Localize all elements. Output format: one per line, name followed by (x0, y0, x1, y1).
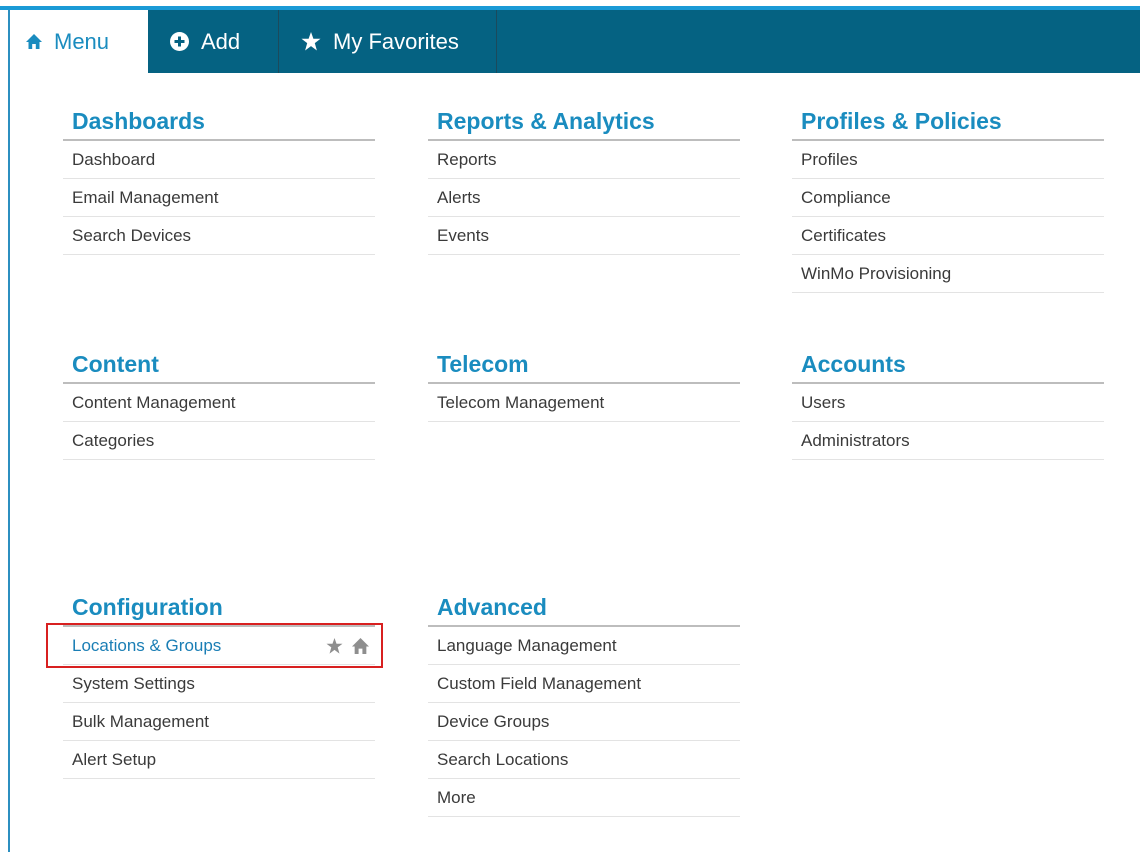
menu-item-more[interactable]: More (428, 779, 740, 817)
plus-circle-icon (170, 32, 189, 51)
menu-item-bulk-management[interactable]: Bulk Management (63, 703, 375, 741)
home-icon[interactable] (352, 637, 369, 654)
menu-item-telecom-management[interactable]: Telecom Management (428, 384, 740, 422)
tab-favorites-label: My Favorites (333, 28, 459, 54)
section-title: Telecom (428, 344, 740, 384)
section-content: Content Content Management Categories (63, 344, 375, 460)
menu-item-label: Locations & Groups (72, 636, 222, 655)
menu-item-custom-field-management[interactable]: Custom Field Management (428, 665, 740, 703)
section-title: Content (63, 344, 375, 384)
item-action-icons (326, 627, 369, 664)
menu-item-content-management[interactable]: Content Management (63, 384, 375, 422)
section-title: Dashboards (63, 101, 375, 141)
section-dashboards: Dashboards Dashboard Email Management Se… (63, 101, 375, 255)
star-icon (301, 32, 321, 51)
section-accounts: Accounts Users Administrators (792, 344, 1104, 460)
tab-add[interactable]: Add (148, 10, 279, 73)
section-reports-analytics: Reports & Analytics Reports Alerts Event… (428, 101, 740, 255)
menu-item-dashboard[interactable]: Dashboard (63, 141, 375, 179)
menu-item-language-management[interactable]: Language Management (428, 627, 740, 665)
tab-menu[interactable]: Menu (10, 10, 148, 73)
section-title: Advanced (428, 587, 740, 627)
section-profiles-policies: Profiles & Policies Profiles Compliance … (792, 101, 1104, 293)
menu-item-search-locations[interactable]: Search Locations (428, 741, 740, 779)
menu-item-system-settings[interactable]: System Settings (63, 665, 375, 703)
left-accent-line (8, 10, 10, 852)
menu-item-locations-groups[interactable]: Locations & Groups (63, 627, 375, 665)
section-configuration: Configuration Locations & Groups System … (63, 587, 375, 779)
section-title: Profiles & Policies (792, 101, 1104, 141)
menu-item-email-management[interactable]: Email Management (63, 179, 375, 217)
section-telecom: Telecom Telecom Management (428, 344, 740, 422)
menu-item-search-devices[interactable]: Search Devices (63, 217, 375, 255)
menu-item-winmo-provisioning[interactable]: WinMo Provisioning (792, 255, 1104, 293)
menu-item-profiles[interactable]: Profiles (792, 141, 1104, 179)
section-title: Reports & Analytics (428, 101, 740, 141)
star-icon[interactable] (326, 637, 343, 654)
section-title: Accounts (792, 344, 1104, 384)
tab-menu-label: Menu (54, 28, 110, 54)
tab-add-label: Add (201, 28, 241, 54)
menu-item-device-groups[interactable]: Device Groups (428, 703, 740, 741)
menu-item-categories[interactable]: Categories (63, 422, 375, 460)
menu-item-events[interactable]: Events (428, 217, 740, 255)
menu-item-alerts[interactable]: Alerts (428, 179, 740, 217)
menu-item-alert-setup[interactable]: Alert Setup (63, 741, 375, 779)
menu-item-compliance[interactable]: Compliance (792, 179, 1104, 217)
home-icon (26, 34, 42, 49)
section-title: Configuration (63, 587, 375, 627)
main-tab-bar: Menu Add My Favorites (10, 10, 1140, 73)
menu-item-certificates[interactable]: Certificates (792, 217, 1104, 255)
section-advanced: Advanced Language Management Custom Fiel… (428, 587, 740, 817)
tab-my-favorites[interactable]: My Favorites (279, 10, 497, 73)
menu-item-reports[interactable]: Reports (428, 141, 740, 179)
menu-item-users[interactable]: Users (792, 384, 1104, 422)
menu-item-administrators[interactable]: Administrators (792, 422, 1104, 460)
